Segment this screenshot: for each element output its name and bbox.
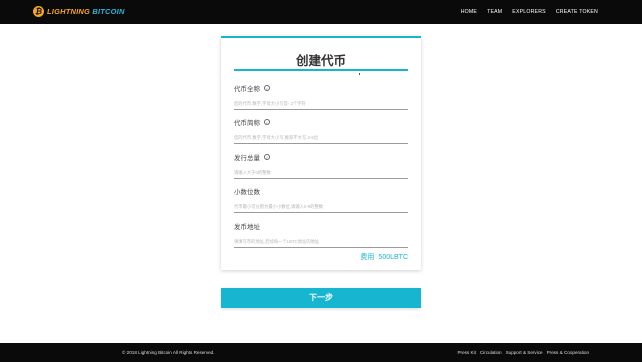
brand-name-main: LIGHTNING: [47, 7, 91, 16]
page-title: 创建代币: [295, 54, 346, 68]
token-name-input[interactable]: [234, 100, 408, 110]
nav-team[interactable]: TEAM: [487, 9, 502, 15]
field-decimals: 小数位数: [234, 187, 408, 213]
info-icon[interactable]: i: [264, 119, 270, 125]
footer: © 2018 Lightning Bitcoin All Rights Rese…: [0, 343, 642, 362]
field-label-decimals: 小数位数: [234, 189, 260, 196]
top-navbar: ₿ LIGHTNING BITCOIN HOME TEAM EXPLORERS …: [0, 0, 642, 24]
create-token-card: 创建代币 代币全称 i 代币简称 i 发行总量 i: [221, 36, 421, 270]
field-label-total-supply: 发行总量: [234, 155, 260, 162]
footer-links: Press Kit Circulation Support & Service …: [453, 343, 589, 362]
brand-name-sub: BITCOIN: [92, 7, 125, 16]
fee-label: 费用: [360, 254, 375, 261]
footer-link-press-kit[interactable]: Press Kit: [457, 350, 475, 355]
token-symbol-input[interactable]: [234, 134, 408, 144]
total-supply-input[interactable]: [234, 169, 408, 179]
info-icon[interactable]: i: [264, 85, 270, 91]
footer-link-support[interactable]: Support & Service: [506, 350, 543, 355]
issuer-address-input[interactable]: [234, 238, 408, 248]
footer-link-cooperation[interactable]: Press & Cooperation: [547, 350, 589, 355]
fee-display: 费用 500LBTC: [360, 252, 408, 262]
main-content: 创建代币 代币全称 i 代币简称 i 发行总量 i: [0, 24, 642, 343]
field-label-token-symbol: 代币简称: [234, 120, 260, 127]
nav-home[interactable]: HOME: [461, 9, 477, 15]
next-step-button[interactable]: 下一步: [221, 288, 421, 308]
title-divider: [234, 69, 408, 71]
nav-explorers[interactable]: EXPLORERS: [512, 9, 546, 15]
fee-value: 500LBTC: [378, 254, 408, 261]
field-total-supply: 发行总量 i: [234, 153, 408, 179]
brand-logo[interactable]: ₿ LIGHTNING BITCOIN: [33, 6, 125, 17]
field-token-symbol: 代币简称 i: [234, 118, 408, 144]
bitcoin-logo-icon: ₿: [33, 6, 44, 17]
footer-link-circulation[interactable]: Circulation: [480, 350, 502, 355]
brand-name: LIGHTNING BITCOIN: [47, 7, 125, 16]
field-issuer-address: 发币地址: [234, 222, 408, 248]
main-nav: HOME TEAM EXPLORERS CREATE TOKEN: [451, 0, 598, 24]
field-label-token-name: 代币全称: [234, 86, 260, 93]
field-label-issuer-address: 发币地址: [234, 224, 260, 231]
copyright-text: © 2018 Lightning Bitcoin All Rights Rese…: [122, 350, 215, 355]
decimals-input[interactable]: [234, 203, 408, 213]
field-token-name: 代币全称 i: [234, 84, 408, 110]
info-icon[interactable]: i: [264, 154, 270, 160]
nav-create-token[interactable]: CREATE TOKEN: [556, 9, 598, 15]
divider-tick: [359, 73, 360, 75]
